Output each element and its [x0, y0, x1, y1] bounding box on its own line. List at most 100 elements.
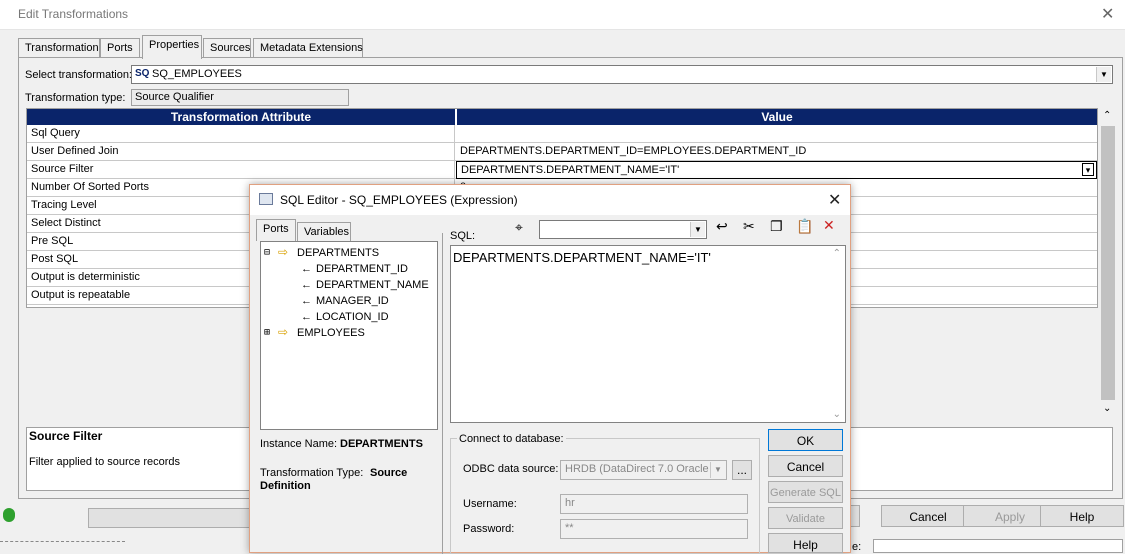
instance-name-label: Instance Name:	[260, 438, 338, 450]
tab-sources[interactable]: Sources	[203, 38, 251, 58]
ok-button[interactable]: OK	[768, 429, 843, 451]
odbc-dropdown[interactable]: HRDB (DataDirect 7.0 Oracle W ▼	[560, 460, 727, 480]
select-transformation-label: Select transformation:	[25, 69, 132, 81]
close-icon[interactable]: ✕	[828, 190, 841, 210]
folder-icon: ⇨	[278, 325, 289, 339]
expand-icon[interactable]: ⊞	[264, 327, 270, 338]
partial-label: e:	[852, 541, 862, 553]
collapse-icon[interactable]: ⊟	[264, 247, 270, 258]
status-indicator-icon	[3, 508, 15, 522]
undo-icon[interactable]: ↩	[716, 218, 728, 235]
header-value: Value	[456, 109, 1097, 125]
folder-icon: ⇨	[278, 245, 289, 259]
tab-transformation[interactable]: Transformation	[18, 38, 100, 58]
divider	[0, 541, 125, 542]
password-value: **	[565, 522, 574, 534]
description-text: Filter applied to source records	[29, 456, 181, 468]
chevron-down-icon[interactable]: ▼	[710, 462, 725, 478]
sql-label: SQL:	[450, 230, 476, 242]
pane-divider[interactable]	[442, 233, 443, 554]
transformation-type-value: Source Definition	[260, 467, 408, 492]
port-arrow-icon: ←	[301, 279, 312, 291]
window-title: Edit Transformations	[18, 7, 129, 21]
partial-field[interactable]	[873, 539, 1123, 553]
attr-cell: Source Filter	[27, 161, 455, 179]
table-row-selected[interactable]: Source Filter DEPARTMENTS.DEPARTMENT_NAM…	[27, 161, 1097, 179]
port-arrow-icon: ←	[301, 295, 312, 307]
table-row[interactable]: User Defined Join DEPARTMENTS.DEPARTMENT…	[27, 143, 1097, 161]
description-title: Source Filter	[29, 429, 103, 443]
username-value: hr	[565, 497, 575, 509]
generate-sql-button[interactable]: Generate SQL	[768, 481, 843, 503]
username-label: Username:	[463, 498, 517, 510]
password-label: Password:	[463, 523, 515, 535]
tab-metadata-extensions[interactable]: Metadata Extensions	[253, 38, 363, 58]
tree-node-port[interactable]: DEPARTMENT_NAME	[316, 279, 429, 291]
cancel-button[interactable]: Cancel	[881, 505, 975, 527]
grid-scrollbar[interactable]: ⌃ ⌄	[1100, 110, 1116, 418]
paste-icon[interactable]: 📋	[796, 218, 813, 235]
transformation-type-field: Source Qualifier	[131, 89, 349, 106]
browse-button[interactable]: ...	[732, 460, 752, 480]
close-icon[interactable]: ✕	[1101, 4, 1114, 24]
dialog-tab-ports[interactable]: Ports	[256, 219, 296, 241]
cancel-button[interactable]: Cancel	[768, 455, 843, 477]
value-cell[interactable]	[456, 125, 1096, 143]
scroll-down-icon[interactable]: ⌄	[1103, 403, 1111, 414]
tab-properties[interactable]: Properties	[142, 35, 202, 59]
connect-legend: Connect to database:	[457, 433, 566, 445]
transformation-type-value: Source Qualifier	[135, 91, 214, 103]
delete-icon[interactable]: ✕	[823, 217, 835, 234]
sq-badge-icon: SQ	[135, 68, 150, 79]
table-row[interactable]: Sql Query	[27, 125, 1097, 143]
editor-window-icon	[259, 193, 273, 205]
edit-transformations-window: Edit Transformations ✕ Transformation Po…	[0, 0, 1125, 554]
tree-node-port[interactable]: LOCATION_ID	[316, 311, 389, 323]
dialog-title: SQL Editor - SQ_EMPLOYEES (Expression)	[280, 193, 518, 207]
tree-node-port[interactable]: MANAGER_ID	[316, 295, 389, 307]
dialog-titlebar: SQL Editor - SQ_EMPLOYEES (Expression) ✕	[250, 185, 850, 215]
sql-textarea[interactable]: DEPARTMENTS.DEPARTMENT_NAME='IT' ⌃ ⌄	[450, 245, 846, 423]
tree-node-port[interactable]: DEPARTMENT_ID	[316, 263, 408, 275]
scroll-down-icon[interactable]: ⌄	[833, 409, 841, 420]
ok-button-partial[interactable]	[88, 508, 253, 528]
chevron-down-icon[interactable]: ▼	[1096, 67, 1111, 82]
header-attribute: Transformation Attribute	[27, 109, 455, 125]
ok-button-edge[interactable]	[850, 505, 860, 527]
port-arrow-icon: ←	[301, 263, 312, 275]
username-input[interactable]: hr	[560, 494, 748, 514]
scroll-up-icon[interactable]: ⌃	[833, 248, 841, 259]
sql-text: DEPARTMENTS.DEPARTMENT_NAME='IT'	[453, 250, 711, 265]
help-button[interactable]: Help	[768, 533, 843, 553]
scroll-thumb[interactable]	[1101, 126, 1115, 400]
instance-name-value: DEPARTMENTS	[340, 438, 423, 450]
tree-node-departments[interactable]: DEPARTMENTS	[297, 247, 379, 259]
attr-cell: Sql Query	[27, 125, 455, 143]
select-transformation-dropdown[interactable]: SQ SQ_EMPLOYEES ▼	[131, 65, 1113, 84]
chevron-down-icon[interactable]: ▼	[690, 222, 705, 237]
select-transformation-value: SQ_EMPLOYEES	[152, 68, 242, 80]
window-titlebar: Edit Transformations ✕	[0, 0, 1125, 30]
value-cell[interactable]: DEPARTMENTS.DEPARTMENT_ID=EMPLOYEES.DEPA…	[456, 143, 1096, 161]
sql-editor-dialog: SQL Editor - SQ_EMPLOYEES (Expression) ✕…	[249, 184, 851, 554]
dialog-tab-variables[interactable]: Variables	[297, 222, 351, 241]
port-arrow-icon: ←	[301, 311, 312, 323]
odbc-label: ODBC data source:	[463, 463, 559, 475]
odbc-value: HRDB (DataDirect 7.0 Oracle W	[565, 463, 723, 475]
value-cell: DEPARTMENTS.DEPARTMENT_NAME='IT'	[461, 164, 680, 176]
source-filter-value-cell[interactable]: DEPARTMENTS.DEPARTMENT_NAME='IT' ▾	[456, 161, 1097, 179]
help-button[interactable]: Help	[1040, 505, 1124, 527]
copy-icon[interactable]: ❐	[770, 218, 783, 235]
transformation-type-label: Transformation type:	[25, 92, 126, 104]
scroll-up-icon[interactable]: ⌃	[1103, 110, 1111, 121]
validate-button[interactable]: Validate	[768, 507, 843, 529]
tree-node-employees[interactable]: EMPLOYEES	[297, 327, 365, 339]
attr-cell: User Defined Join	[27, 143, 455, 161]
password-input[interactable]: **	[560, 519, 748, 539]
find-dropdown[interactable]: ▼	[539, 220, 707, 239]
ports-tree: ⊟ ⇨ DEPARTMENTS ← DEPARTMENT_ID ← DEPART…	[260, 241, 438, 430]
binoculars-icon[interactable]: ⌖	[515, 219, 523, 236]
edit-arrow-icon[interactable]: ▾	[1082, 163, 1094, 176]
cut-icon[interactable]: ✂	[743, 218, 755, 235]
tab-ports[interactable]: Ports	[100, 38, 140, 58]
